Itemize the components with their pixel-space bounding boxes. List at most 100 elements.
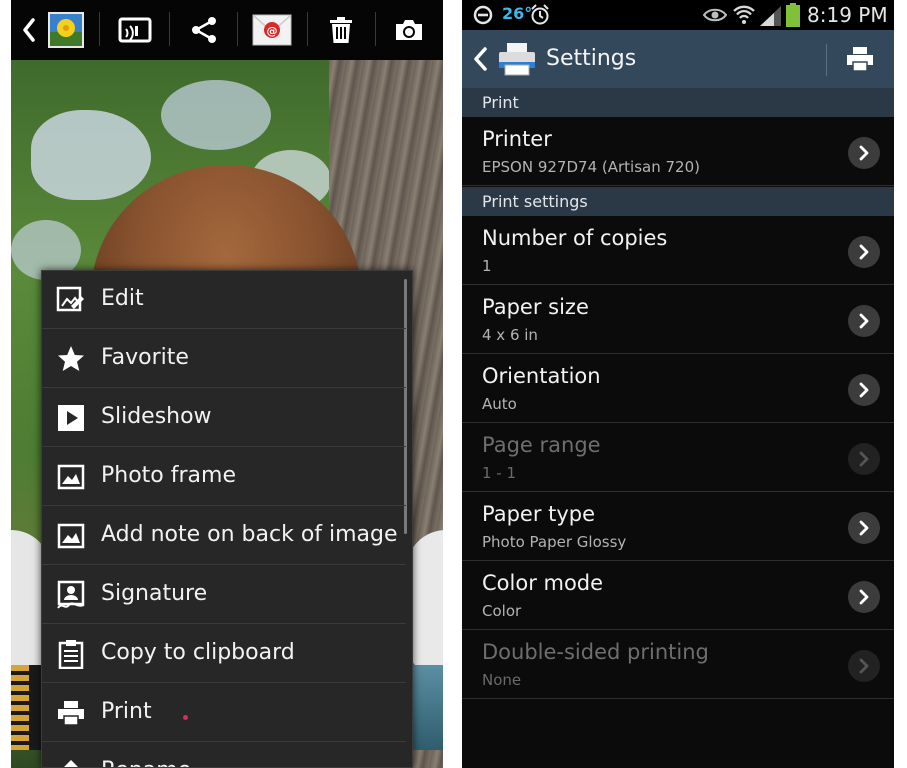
back-icon[interactable] [17,0,41,60]
setting-title: Number of copies [482,226,668,250]
setting-title: Color mode [482,571,604,595]
alarm-icon [530,4,550,30]
chevron-right-icon[interactable] [848,374,880,406]
chevron-right-icon[interactable] [848,305,880,337]
setting-row-paper-size[interactable]: Paper size 4 x 6 in [462,285,894,354]
menu-item-label: Signature [101,581,208,606]
chevron-right-icon[interactable] [848,512,880,544]
thumbnail-icon[interactable] [47,0,85,60]
setting-title: Double-sided printing [482,640,709,664]
menu-item-edit[interactable]: Edit [42,271,406,329]
play-icon [56,403,86,433]
signal-icon [760,6,782,30]
printer-icon [56,698,86,728]
menu-item-signature[interactable]: Signature [42,566,406,624]
chevron-right-icon[interactable] [848,137,880,169]
setting-row-page-range: Page range 1 - 1 [462,423,894,492]
camera-icon[interactable] [393,0,425,60]
filmstrip-thumbnail[interactable] [11,665,29,750]
chevron-right-icon[interactable] [848,581,880,613]
filmstrip-thumbnail[interactable] [409,665,443,750]
menu-item-label: Favorite [101,345,189,370]
section-header-print: Print [462,88,894,117]
menu-item-label: Edit [101,286,144,311]
touch-indicator [183,715,188,720]
menu-item-label: Print [101,699,152,724]
setting-value: 1 - 1 [482,464,517,482]
clock: 8:19 PM [807,3,888,27]
section-label: Print [482,93,519,112]
toolbar-divider [169,12,170,46]
setting-value: Color [482,602,522,620]
section-header-print-settings: Print settings [462,187,894,216]
menu-item-copy-to-clipboard[interactable]: Copy to clipboard [42,625,406,683]
setting-row-double-sided-printing: Double-sided printing None [462,630,894,699]
setting-value: 1 [482,257,492,275]
edit-icon [56,285,86,315]
setting-title: Printer [482,127,552,151]
menu-item-label: Slideshow [101,404,212,429]
back-icon[interactable] [472,46,488,76]
chevron-right-icon [848,443,880,475]
menu-item-photo-frame[interactable]: Photo frame [42,448,406,506]
section-label: Print settings [482,192,588,211]
menu-item-label: Add note on back of image [101,522,398,547]
email-icon[interactable]: @ [251,0,293,60]
signature-icon [56,580,86,610]
screen-mirror-icon[interactable] [115,0,155,60]
setting-value: EPSON 927D74 (Artisan 720) [482,158,700,176]
setting-row-number-of-copies[interactable]: Number of copies 1 [462,216,894,285]
rename-icon [56,757,86,767]
setting-title: Paper size [482,295,589,319]
action-bar: Settings [462,30,894,88]
setting-value: 4 x 6 in [482,326,538,344]
photo-sky-patch [161,80,271,150]
setting-title: Page range [482,433,601,457]
photo-sky-patch [31,110,151,200]
menu-item-slideshow[interactable]: Slideshow [42,389,406,447]
battery-icon [786,3,800,31]
wifi-icon [732,3,756,29]
menu-item-label: Copy to clipboard [101,640,295,665]
star-icon [56,344,86,374]
do-not-disturb-icon [473,5,493,29]
menu-item-label: Rename [101,758,191,767]
picture-icon [56,462,86,492]
print-button[interactable] [846,46,874,76]
clipboard-icon [56,639,86,669]
picture-icon [56,521,86,551]
status-bar: 26° 8:19 PM [462,0,894,30]
setting-title: Orientation [482,364,601,388]
menu-item-label: Photo frame [101,463,236,488]
eye-icon [702,7,728,27]
delete-icon[interactable] [327,0,355,60]
toolbar-divider [99,12,100,46]
action-bar-divider [826,44,827,76]
page-title: Settings [546,46,637,71]
print-settings-screen: 26° 8:19 PM Settings Print Printer EPSON… [462,0,894,768]
gallery-toolbar: @ [11,0,443,60]
chevron-right-icon [848,650,880,682]
printer-app-icon [498,42,536,80]
toolbar-divider [375,12,376,46]
toolbar-divider [307,12,308,46]
toolbar-divider [237,12,238,46]
setting-value: Auto [482,395,517,413]
temperature-readout: 26° [502,4,533,23]
gallery-screen: @ Edit Favorite Slideshow Photo frame Ad… [11,0,443,768]
context-menu: Edit Favorite Slideshow Photo frame Add … [41,270,413,768]
setting-row-paper-type[interactable]: Paper type Photo Paper Glossy [462,492,894,561]
menu-item-add-note[interactable]: Add note on back of image [42,507,406,565]
svg-text:@: @ [267,25,278,38]
menu-item-rename[interactable]: Rename [42,743,406,767]
setting-value: Photo Paper Glossy [482,533,627,551]
menu-item-print[interactable]: Print [42,684,406,742]
chevron-right-icon[interactable] [848,236,880,268]
setting-value: None [482,671,522,689]
setting-row-color-mode[interactable]: Color mode Color [462,561,894,630]
setting-title: Paper type [482,502,596,526]
share-icon[interactable] [187,0,221,60]
setting-row-printer[interactable]: Printer EPSON 927D74 (Artisan 720) [462,117,894,186]
menu-item-favorite[interactable]: Favorite [42,330,406,388]
setting-row-orientation[interactable]: Orientation Auto [462,354,894,423]
